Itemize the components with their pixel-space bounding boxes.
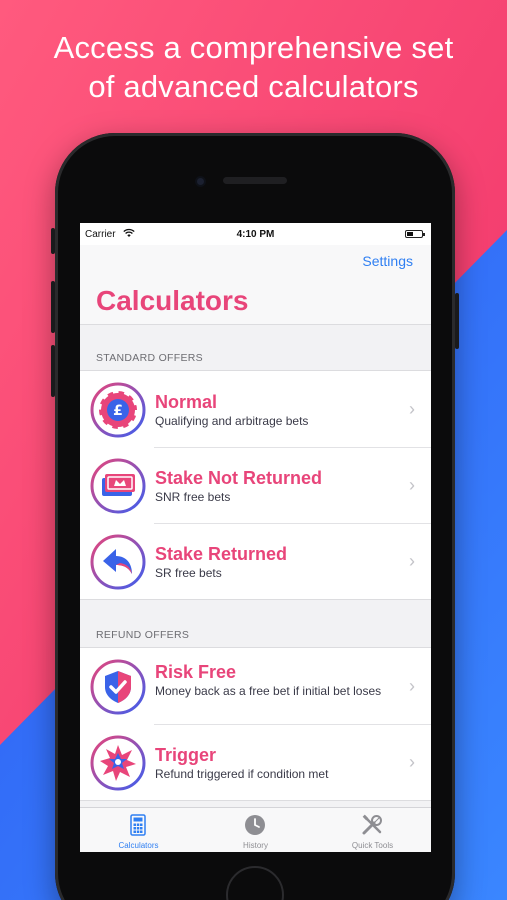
tab-calculators[interactable]: Calculators [80, 808, 197, 852]
clock-icon [245, 815, 265, 835]
power-button [455, 293, 459, 349]
chevron-right-icon: › [409, 475, 415, 495]
chevron-right-icon: › [409, 399, 415, 419]
section-header-refund-offers: REFUND OFFERS [96, 629, 190, 641]
volume-down-button [51, 345, 55, 397]
page-title: Calculators [96, 285, 249, 316]
volume-up-button [51, 281, 55, 333]
headline-line-2: of advanced calculators [88, 69, 419, 104]
return-arrow-icon [90, 534, 146, 590]
chevron-right-icon: › [409, 752, 415, 772]
tab-history[interactable]: History [197, 808, 314, 852]
calculator-row-stake-returned[interactable]: Stake Returned SR free bets › [80, 523, 431, 599]
row-subtitle: Qualifying and arbitrage bets [155, 414, 309, 428]
mute-switch [51, 228, 55, 254]
navigation-bar: Settings Calculators [80, 245, 431, 325]
tab-label: Quick Tools [351, 841, 394, 850]
app-screen: Carrier 4:10 PM Settings Calculators STA… [80, 223, 431, 852]
tab-label: History [243, 841, 268, 850]
settings-button[interactable]: Settings [362, 253, 413, 269]
poker-chip-icon: £ [90, 382, 146, 438]
row-subtitle: Money back as a free bet if initial bet … [155, 684, 382, 698]
status-bar: Carrier 4:10 PM [80, 223, 431, 245]
svg-text:£: £ [113, 403, 123, 419]
refund-offers-group: Risk Free Money back as a free bet if in… [80, 647, 431, 801]
row-title: Risk Free [155, 662, 237, 682]
tab-label: Calculators [118, 841, 159, 850]
calculator-icon [130, 814, 146, 836]
earpiece-speaker [223, 177, 287, 184]
chevron-right-icon: › [409, 676, 415, 696]
section-header-standard-offers: STANDARD OFFERS [96, 352, 203, 364]
tools-icon [362, 814, 382, 835]
banknote-icon [90, 458, 146, 514]
front-camera [195, 176, 206, 187]
shield-check-icon [90, 659, 146, 715]
calculator-row-stake-not-returned[interactable]: Stake Not Returned SNR free bets › [80, 447, 431, 523]
calculator-row-risk-free[interactable]: Risk Free Money back as a free bet if in… [80, 648, 431, 724]
row-title: Normal [155, 392, 218, 412]
tab-bar: Calculators History Quick Tools [80, 807, 431, 852]
row-title: Stake Returned [155, 544, 288, 564]
standard-offers-group: £ Normal Qualifying and arbitrage bets ›… [80, 370, 431, 600]
headline-line-1: Access a comprehensive set [53, 30, 454, 65]
calculator-row-trigger[interactable]: Trigger Refund triggered if condition me… [80, 724, 431, 800]
calculator-row-normal[interactable]: £ Normal Qualifying and arbitrage bets › [80, 371, 431, 447]
headline: Access a comprehensive set of advanced c… [0, 28, 507, 106]
chevron-right-icon: › [409, 551, 415, 571]
row-title: Trigger [155, 745, 217, 765]
row-title: Stake Not Returned [155, 468, 323, 488]
row-subtitle: SNR free bets [155, 490, 231, 504]
row-subtitle: SR free bets [155, 566, 222, 580]
tab-quick-tools[interactable]: Quick Tools [314, 808, 431, 852]
status-time: 4:10 PM [236, 229, 275, 240]
burst-star-icon [90, 735, 146, 791]
row-subtitle: Refund triggered if condition met [155, 767, 329, 781]
battery-icon [405, 230, 425, 238]
